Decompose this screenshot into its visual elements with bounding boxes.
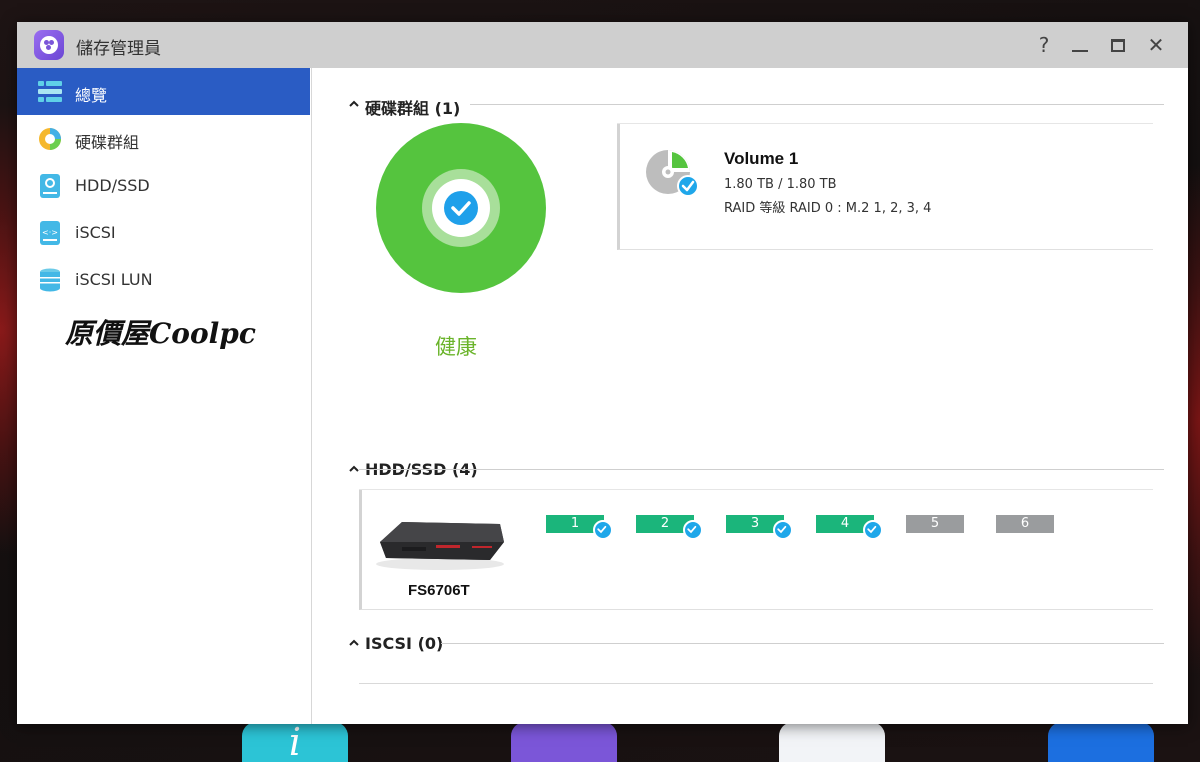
volume-size: 1.80 TB / 1.80 TB <box>724 177 837 192</box>
sidebar-item-label: 硬碟群組 <box>75 133 140 152</box>
sidebar-item-disk-group[interactable]: 硬碟群組 <box>17 115 310 162</box>
check-icon <box>683 520 703 540</box>
dock-app-icon[interactable] <box>511 722 617 762</box>
dock-app-icon[interactable]: i <box>242 720 348 762</box>
main-content: 硬碟群組 (1) 健康 Volume 1 1.80 TB / 1.80 TB R… <box>313 68 1188 724</box>
sidebar-item-hdd-ssd[interactable]: HDD/SSD <box>17 162 310 209</box>
disk-group-icon <box>39 128 61 150</box>
check-icon <box>773 520 793 540</box>
volume-raid-level: RAID 等級 RAID 0 : M.2 1, 2, 3, 4 <box>724 201 932 216</box>
dock-app-icon[interactable] <box>779 722 885 762</box>
section-divider <box>359 469 1164 470</box>
sidebar-item-iscsi[interactable]: <·> iSCSI <box>17 209 310 256</box>
check-icon <box>593 520 613 540</box>
sidebar-item-label: iSCSI <box>75 223 116 242</box>
device-card: FS6706T 1 2 3 4 5 6 <box>359 490 1153 610</box>
sidebar: 總覽 硬碟群組 HDD/SSD <·> iSCSI iSCSI LUN 原價屋C… <box>17 68 312 724</box>
window-title: 儲存管理員 <box>76 39 161 59</box>
drive-slot-2[interactable]: 2 <box>636 515 703 540</box>
health-status-graphic <box>376 123 546 293</box>
drive-slot-6[interactable]: 6 <box>996 515 1054 533</box>
overview-icon <box>38 81 62 102</box>
drive-slot-4[interactable]: 4 <box>816 515 883 540</box>
section-divider <box>441 643 1164 644</box>
sidebar-item-overview[interactable]: 總覽 <box>17 68 310 115</box>
volume-name: Volume 1 <box>724 149 799 168</box>
sidebar-item-label: iSCSI LUN <box>75 270 153 289</box>
check-icon <box>444 191 478 225</box>
minimize-icon[interactable] <box>1067 32 1093 58</box>
drive-slot-5[interactable]: 5 <box>906 515 964 533</box>
close-icon[interactable]: ✕ <box>1143 32 1169 58</box>
volume-card[interactable]: Volume 1 1.80 TB / 1.80 TB RAID 等級 RAID … <box>617 124 1153 250</box>
drive-slot-1[interactable]: 1 <box>546 515 613 540</box>
health-status-label: 健康 <box>435 335 477 359</box>
help-icon[interactable]: ? <box>1031 32 1057 58</box>
volume-icon <box>646 150 699 197</box>
section-divider <box>470 104 1164 105</box>
storage-manager-window: 儲存管理員 ? ✕ 總覽 硬碟群組 HDD/SSD <·> iSCSI iSCS… <box>17 22 1188 724</box>
iscsi-lun-icon <box>40 268 60 292</box>
dock-app-icon[interactable] <box>1048 722 1154 762</box>
chevron-up-icon[interactable] <box>349 464 359 474</box>
sidebar-item-iscsi-lun[interactable]: iSCSI LUN <box>17 256 310 303</box>
app-icon <box>34 30 64 60</box>
title-bar[interactable]: 儲存管理員 ? ✕ <box>17 22 1188 68</box>
check-icon <box>863 520 883 540</box>
svg-text:<·>: <·> <box>42 228 58 237</box>
sidebar-item-label: HDD/SSD <box>75 176 150 195</box>
drive-slot-3[interactable]: 3 <box>726 515 793 540</box>
chevron-up-icon[interactable] <box>349 99 359 109</box>
section-title-iscsi: ISCSI (0) <box>365 634 444 653</box>
device-model-name: FS6706T <box>408 582 470 599</box>
coolpc-logo: 原價屋Coolpc <box>65 317 256 350</box>
divider <box>359 683 1153 684</box>
hdd-icon <box>40 174 60 198</box>
iscsi-icon: <·> <box>40 221 60 245</box>
section-title-disk-group: 硬碟群組 (1) <box>365 99 461 118</box>
chevron-up-icon[interactable] <box>349 638 359 648</box>
maximize-icon[interactable] <box>1105 32 1131 58</box>
sidebar-item-label: 總覽 <box>75 86 108 105</box>
nas-device-image <box>376 522 504 570</box>
